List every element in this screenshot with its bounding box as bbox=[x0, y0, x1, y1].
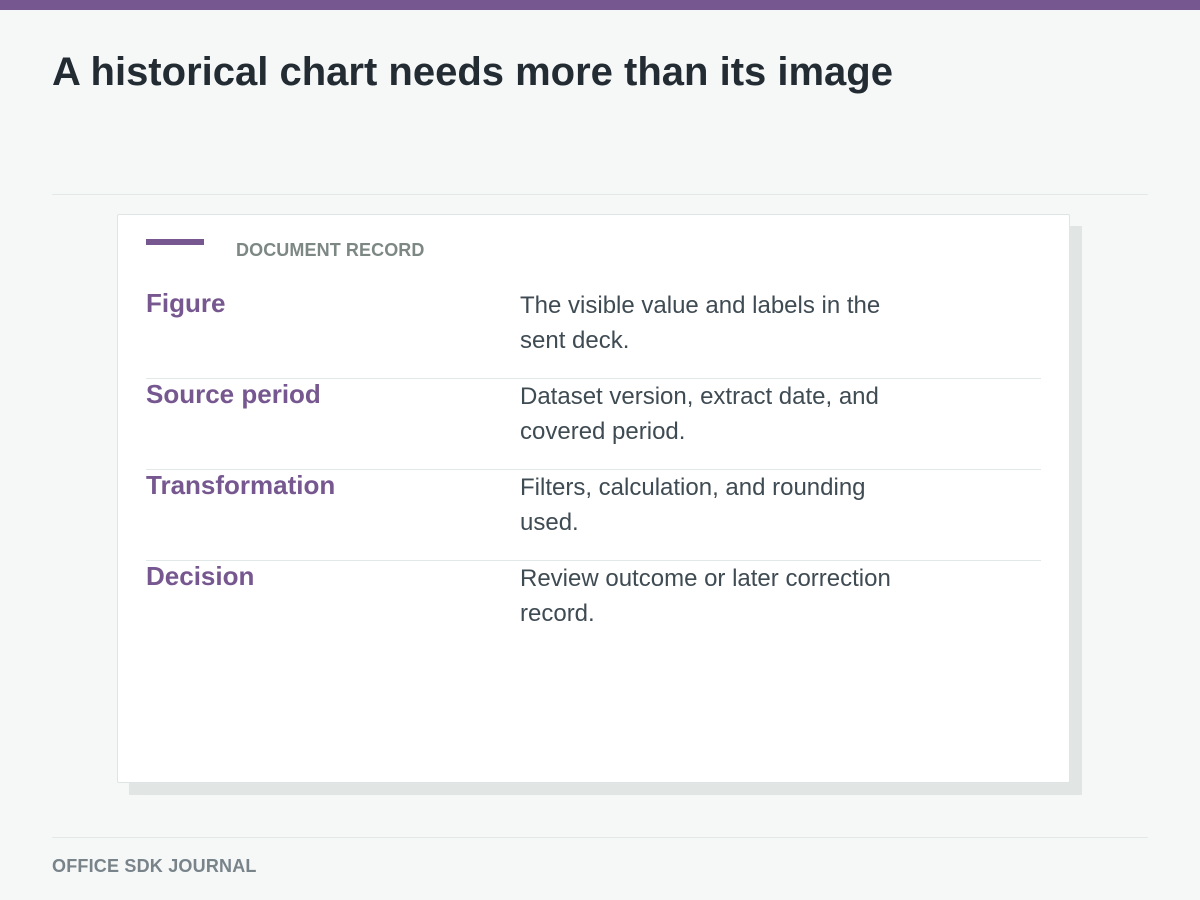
card-accent-bar bbox=[146, 239, 204, 245]
record-row-transformation: Transformation Filters, calculation, and… bbox=[146, 469, 1041, 561]
row-key: Figure bbox=[146, 288, 226, 318]
top-accent-bar bbox=[0, 0, 1200, 10]
page-title: A historical chart needs more than its i… bbox=[52, 50, 893, 94]
record-row-decision: Decision Review outcome or later correct… bbox=[146, 560, 1041, 651]
row-value: Filters, calculation, and rounding used. bbox=[520, 474, 866, 536]
card-label: DOCUMENT RECORD bbox=[236, 240, 425, 260]
footer-divider bbox=[52, 837, 1148, 838]
row-key: Source period bbox=[146, 379, 321, 409]
row-value: The visible value and labels in the sent… bbox=[520, 292, 881, 354]
document-record-card: DOCUMENT RECORD Figure The visible value… bbox=[117, 214, 1070, 783]
row-value: Review outcome or later correction recor… bbox=[520, 565, 891, 627]
row-key: Transformation bbox=[146, 470, 336, 500]
row-value: Dataset version, extract date, and cover… bbox=[520, 383, 879, 445]
row-key: Decision bbox=[146, 561, 255, 591]
header-divider bbox=[52, 194, 1148, 195]
record-row-figure: Figure The visible value and labels in t… bbox=[146, 287, 1041, 379]
record-row-source-period: Source period Dataset version, extract d… bbox=[146, 378, 1041, 470]
footer-publication-label: OFFICE SDK JOURNAL bbox=[52, 856, 257, 876]
